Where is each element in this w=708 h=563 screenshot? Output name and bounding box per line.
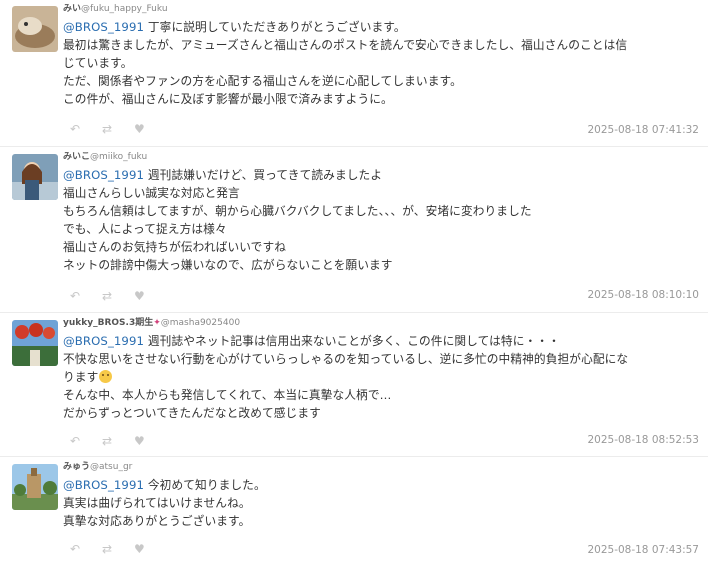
user-name[interactable]: みゅう xyxy=(63,462,90,472)
user-name[interactable]: yukky_BROS.3期生 xyxy=(63,318,153,328)
text-line: この件が、福山さんに及ぼす影響が最小限で済みますように。 xyxy=(63,92,393,106)
repost-icon[interactable]: ⇄ xyxy=(102,289,134,303)
timestamp[interactable]: 2025-08-18 07:41:32 xyxy=(587,124,699,136)
text-line: 不快な思いをさせない行動を心がけていらっしゃるのを知っているし、逆に多忙の中精神… xyxy=(63,352,629,366)
text-line: 福山さんらしい誠実な対応と発言 xyxy=(63,186,240,200)
divider xyxy=(0,312,708,313)
repost-icon[interactable]: ⇄ xyxy=(102,434,134,448)
text-line: じています。 xyxy=(63,56,133,70)
text-line: 週刊誌嫌いだけど、買ってきて読みましたよ xyxy=(147,168,383,182)
reply-feed: みい@fuku_happy_Fuku @BROS_1991 丁寧に説明していただ… xyxy=(0,0,708,563)
repost-icon[interactable]: ⇄ xyxy=(102,122,134,136)
action-bar: ↶ ⇄ ♥ xyxy=(70,289,166,303)
avatar[interactable] xyxy=(12,464,58,510)
reply-item: みい@fuku_happy_Fuku @BROS_1991 丁寧に説明していただ… xyxy=(0,0,708,150)
text-line: ネットの誹謗中傷大っ嫌いなので、広がらないことを願います xyxy=(63,258,393,272)
reply-icon[interactable]: ↶ xyxy=(70,122,102,136)
mention-link[interactable]: @BROS_1991 xyxy=(63,20,144,34)
user-handle[interactable]: @miiko_fuku xyxy=(90,152,147,162)
reply-text: @BROS_1991 週刊誌嫌いだけど、買ってきて読みましたよ 福山さんらしい誠… xyxy=(63,166,703,274)
heart-icon[interactable]: ♥ xyxy=(134,434,166,448)
avatar[interactable] xyxy=(12,154,58,200)
user-handle[interactable]: @fuku_happy_Fuku xyxy=(81,4,168,14)
mention-link[interactable]: @BROS_1991 xyxy=(63,168,144,182)
mention-link[interactable]: @BROS_1991 xyxy=(63,478,144,492)
text-line: そんな中、本人からも発信してくれて、本当に真摯な人柄で… xyxy=(63,388,392,402)
reply-item: みゅう@atsu_gr @BROS_1991 今初めて知りました。 真実は曲げら… xyxy=(0,458,708,563)
text-line: ただ、関係者やファンの方を心配する福山さんを逆に心配してしまいます。 xyxy=(63,74,462,88)
mention-link[interactable]: @BROS_1991 xyxy=(63,334,144,348)
action-bar: ↶ ⇄ ♥ xyxy=(70,434,166,448)
reply-icon[interactable]: ↶ xyxy=(70,434,102,448)
text-line: 週刊誌やネット記事は信用出来ないことが多く、この件に関しては特に・・・ xyxy=(147,334,560,348)
text-line: 真実は曲げられてはいけませんね。 xyxy=(63,496,251,510)
reply-text: @BROS_1991 週刊誌やネット記事は信用出来ないことが多く、この件に関して… xyxy=(63,332,703,422)
text-line: でも、人によって捉え方は様々 xyxy=(63,222,227,236)
avatar[interactable] xyxy=(12,320,58,366)
divider xyxy=(0,456,708,457)
heart-icon[interactable]: ♥ xyxy=(134,122,166,136)
reply-text: @BROS_1991 今初めて知りました。 真実は曲げられてはいけませんね。 真… xyxy=(63,476,703,530)
user-handle[interactable]: @masha9025400 xyxy=(161,318,240,328)
action-bar: ↶ ⇄ ♥ xyxy=(70,542,166,556)
reply-item: yukky_BROS.3期生✦@masha9025400 @BROS_1991 … xyxy=(0,314,708,459)
smile-emoji-icon xyxy=(99,370,113,383)
timestamp[interactable]: 2025-08-18 08:52:53 xyxy=(587,434,699,446)
text-line: 真摯な対応ありがとうございます。 xyxy=(63,514,251,528)
action-bar: ↶ ⇄ ♥ xyxy=(70,122,166,136)
user-name[interactable]: みいこ xyxy=(63,152,90,162)
reply-text: @BROS_1991 丁寧に説明していただきありがとうございます。 最初は驚きま… xyxy=(63,18,703,108)
user-handle[interactable]: @atsu_gr xyxy=(90,462,132,472)
repost-icon[interactable]: ⇄ xyxy=(102,542,134,556)
timestamp[interactable]: 2025-08-18 07:43:57 xyxy=(587,544,699,556)
text-line: 今初めて知りました。 xyxy=(147,478,266,492)
text-line: 丁寧に説明していただきありがとうございます。 xyxy=(147,20,406,34)
text-line: ります xyxy=(63,370,99,384)
text-line: 最初は驚きましたが、アミューズさんと福山さんのポストを読んで安心できましたし、福… xyxy=(63,38,628,52)
text-line: だからずっとついてきたんだなと改めて感じます xyxy=(63,406,321,420)
divider xyxy=(0,146,708,147)
heart-icon[interactable]: ♥ xyxy=(134,542,166,556)
timestamp[interactable]: 2025-08-18 08:10:10 xyxy=(587,289,699,301)
rocket-emoji-icon: ✦ xyxy=(153,318,161,328)
text-line: もちろん信頼はしてますが、朝から心臓バクバクしてました、、、が、安堵に変わりまし… xyxy=(63,204,532,218)
text-line: 福山さんのお気持ちが伝わればいいですね xyxy=(63,240,287,254)
user-name[interactable]: みい xyxy=(63,4,81,14)
avatar[interactable] xyxy=(12,6,58,52)
reply-icon[interactable]: ↶ xyxy=(70,542,102,556)
heart-icon[interactable]: ♥ xyxy=(134,289,166,303)
reply-icon[interactable]: ↶ xyxy=(70,289,102,303)
reply-item: みいこ@miiko_fuku @BROS_1991 週刊誌嫌いだけど、買ってきて… xyxy=(0,148,708,311)
